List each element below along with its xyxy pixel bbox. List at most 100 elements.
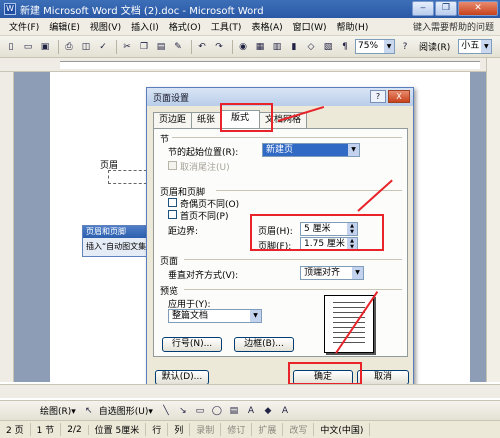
arrow-icon[interactable]: ↘ [176, 404, 190, 418]
save-icon[interactable]: ▣ [38, 40, 52, 54]
section-start-value: 新建页 [266, 145, 294, 155]
dialog-title-bar: 页面设置 ? X [147, 88, 413, 106]
dialog-help-button[interactable]: ? [370, 90, 386, 103]
chevron-down-icon: ▼ [348, 144, 359, 156]
vertical-scrollbar[interactable] [486, 58, 500, 382]
status-column: 列 [168, 423, 191, 436]
menu-table[interactable]: 表格(A) [246, 20, 287, 33]
spelling-icon[interactable]: ✓ [96, 40, 110, 54]
doc-map-icon[interactable]: ▧ [321, 40, 335, 54]
tab-paper[interactable]: 纸张 [191, 112, 222, 128]
undo-icon[interactable]: ↶ [195, 40, 209, 54]
redo-icon[interactable]: ↷ [212, 40, 226, 54]
chevron-down-icon: ▼ [352, 267, 363, 279]
paste-icon[interactable]: ▤ [154, 40, 168, 54]
divider [184, 259, 402, 260]
status-page: 2 页 [0, 423, 31, 436]
annotation-distance-highlight [250, 214, 384, 251]
menu-tools[interactable]: 工具(T) [206, 20, 247, 33]
autoshapes-button[interactable]: 自选图形(U)▾ [99, 404, 153, 417]
dialog-title: 页面设置 [153, 93, 190, 104]
maximize-button[interactable]: ❐ [435, 1, 457, 16]
chevron-down-icon: ▼ [384, 40, 394, 53]
font-size-select[interactable]: 小五 ▼ [458, 39, 493, 54]
table-icon[interactable]: ▦ [253, 40, 267, 54]
cancel-button[interactable]: 取消 [357, 370, 409, 385]
section-start-select[interactable]: 新建页 ▼ [262, 143, 360, 157]
columns-icon[interactable]: ▮ [287, 40, 301, 54]
font-color-icon[interactable]: A [278, 404, 292, 418]
copy-icon[interactable]: ❐ [137, 40, 151, 54]
vertical-alignment-label: 垂直对齐方式(V): [168, 271, 239, 281]
oval-icon[interactable]: ◯ [210, 404, 224, 418]
minimize-button[interactable]: ‒ [412, 1, 434, 16]
odd-even-checkbox[interactable] [168, 198, 177, 207]
menu-insert[interactable]: 插入(I) [126, 20, 164, 33]
menu-edit[interactable]: 编辑(E) [44, 20, 85, 33]
zoom-select[interactable]: 75% ▼ [355, 39, 395, 54]
print-icon[interactable]: ⎙ [62, 40, 76, 54]
close-button[interactable]: ✕ [458, 1, 498, 16]
open-folder-icon[interactable]: ▭ [21, 40, 35, 54]
section-start-label: 节的起始位置(R): [168, 148, 239, 158]
section-heading: 节 [160, 135, 170, 145]
preview-heading: 预览 [160, 287, 179, 297]
dialog-close-button[interactable]: X [388, 90, 410, 103]
line-numbers-button[interactable]: 行号(N)... [162, 337, 222, 352]
status-rec[interactable]: 录制 [190, 423, 222, 436]
format-painter-icon[interactable]: ✎ [171, 40, 185, 54]
toolbar-separator [116, 39, 117, 54]
excel-icon[interactable]: ▥ [270, 40, 284, 54]
status-pages: 2/2 [61, 424, 89, 435]
show-hide-icon[interactable]: ¶ [338, 40, 352, 54]
divider [216, 190, 402, 191]
preview-line [333, 342, 365, 343]
vertical-ruler[interactable] [0, 72, 14, 382]
suppress-endnotes-label: 取消尾注(U) [180, 163, 230, 173]
divider [184, 289, 402, 290]
page-heading: 页面 [160, 257, 179, 267]
print-preview-icon[interactable]: ◫ [79, 40, 93, 54]
menu-file[interactable]: 文件(F) [4, 20, 44, 33]
different-first-page-checkbox[interactable] [168, 210, 177, 219]
chevron-down-icon: ▼ [250, 310, 261, 322]
help-icon[interactable]: ? [398, 40, 412, 54]
menu-view[interactable]: 视图(V) [85, 20, 126, 33]
menu-window[interactable]: 窗口(W) [288, 20, 332, 33]
chevron-down-icon: ▼ [481, 40, 492, 53]
status-ovr[interactable]: 改写 [283, 423, 315, 436]
tab-margins[interactable]: 页边距 [153, 112, 193, 128]
different-first-page-label: 首页不同(P) [180, 212, 229, 222]
preview-line [333, 312, 365, 313]
line-icon[interactable]: ╲ [159, 404, 173, 418]
vertical-alignment-select[interactable]: 顶端对齐 ▼ [300, 266, 364, 280]
wordart-icon[interactable]: A [244, 404, 258, 418]
status-ext[interactable]: 扩展 [252, 423, 284, 436]
status-language: 中文(中国) [314, 423, 371, 436]
help-search-hint[interactable]: 键入需要帮助的问题 [413, 20, 494, 33]
status-trk[interactable]: 修订 [221, 423, 253, 436]
borders-button[interactable]: 边框(B)... [234, 337, 294, 352]
draw-menu-button[interactable]: 绘图(R)▾ [40, 404, 76, 417]
textbox-icon[interactable]: ▤ [227, 404, 241, 418]
preview-line [333, 302, 365, 303]
read-button[interactable]: 阅读(R) [415, 40, 454, 53]
new-document-icon[interactable]: ▯ [4, 40, 18, 54]
drawing-icon[interactable]: ◇ [304, 40, 318, 54]
menu-help[interactable]: 帮助(H) [332, 20, 374, 33]
suppress-endnotes-checkbox[interactable] [168, 161, 177, 170]
menu-format[interactable]: 格式(O) [164, 20, 206, 33]
hyperlink-icon[interactable]: ◉ [236, 40, 250, 54]
menu-bar: 文件(F) 编辑(E) 视图(V) 插入(I) 格式(O) 工具(T) 表格(A… [0, 18, 500, 36]
fill-color-icon[interactable]: ◆ [261, 404, 275, 418]
rectangle-icon[interactable]: ▭ [193, 404, 207, 418]
distance-label: 距边界: [168, 227, 199, 237]
select-arrow-icon[interactable]: ↖ [82, 404, 96, 418]
apply-to-select[interactable]: 整篇文档 ▼ [168, 309, 262, 323]
divider [172, 137, 402, 138]
toolbar-separator [58, 39, 59, 54]
default-button[interactable]: 默认(D)... [155, 370, 209, 385]
horizontal-ruler[interactable] [0, 58, 500, 72]
cut-icon[interactable]: ✂ [120, 40, 134, 54]
vertical-alignment-value: 顶端对齐 [304, 268, 341, 278]
